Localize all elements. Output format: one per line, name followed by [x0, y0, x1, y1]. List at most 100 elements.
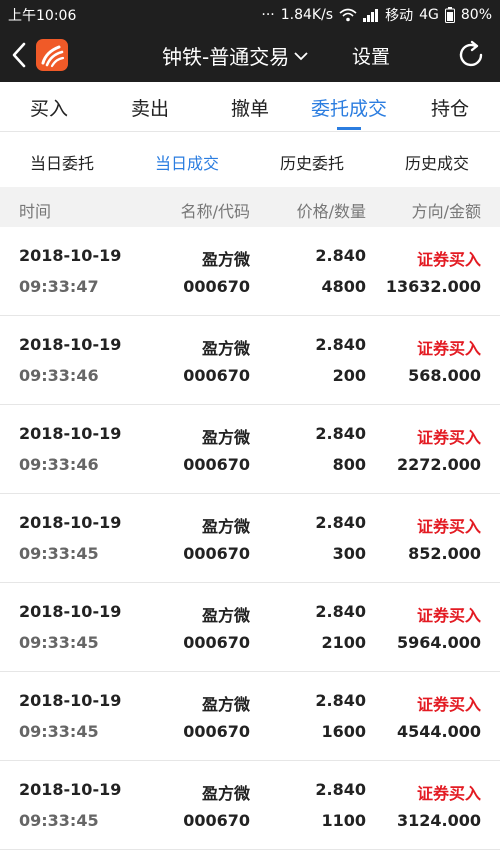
- trade-direction: 证券买入: [416, 250, 481, 269]
- sub-tabs: 当日委托 当日成交 历史委托 历史成交: [0, 133, 500, 187]
- stock-name: 盈方微: [201, 695, 250, 714]
- trade-amount: 2272.000: [396, 455, 481, 474]
- trade-quantity: 1600: [321, 722, 366, 741]
- column-dir-amount: 方向/金额: [411, 202, 481, 221]
- app-logo: [36, 39, 68, 71]
- refresh-icon: [459, 40, 483, 67]
- trade-date: 2018-10-19: [19, 691, 122, 710]
- trade-direction: 证券买入: [416, 784, 481, 803]
- chevron-left-icon: [12, 42, 26, 68]
- trade-time: 09:33:45: [19, 633, 99, 652]
- stock-code: 000670: [183, 633, 250, 652]
- table-row[interactable]: 2018-10-19 09:33:47 盈方微 000670 2.840 480…: [0, 227, 500, 316]
- trade-time: 09:33:45: [19, 544, 99, 563]
- trade-direction: 证券买入: [416, 339, 481, 358]
- account-selector[interactable]: 钟铁-普通交易: [162, 41, 309, 70]
- column-time: 时间: [19, 202, 52, 221]
- trade-date: 2018-10-19: [19, 513, 122, 532]
- main-tabs: 买入 卖出 撤单 委托成交 持仓: [0, 82, 500, 132]
- stock-name: 盈方微: [201, 784, 250, 803]
- trade-price: 2.840: [315, 246, 366, 265]
- trade-time: 09:33:47: [19, 277, 99, 296]
- battery-icon: [444, 7, 455, 23]
- table-row[interactable]: 2018-10-19 09:33:45 盈方微 000670 2.840 160…: [0, 672, 500, 761]
- table-row[interactable]: 2018-10-19 09:33:45 盈方微 000670 2.840 210…: [0, 583, 500, 672]
- column-name-code: 名称/代码: [180, 202, 250, 221]
- table-row[interactable]: 2018-10-19 09:33:46 盈方微 000670 2.840 200…: [0, 316, 500, 405]
- back-button[interactable]: [8, 40, 32, 70]
- network-speed: 1.84K/s: [280, 7, 334, 23]
- trade-direction: 证券买入: [416, 428, 481, 447]
- carrier-label: 移动: [385, 8, 414, 24]
- trade-date: 2018-10-19: [19, 424, 122, 443]
- trade-amount: 13632.000: [385, 277, 481, 296]
- subtab-history-orders[interactable]: 历史委托: [280, 150, 344, 174]
- active-tab-indicator: [337, 127, 361, 130]
- trade-amount: 3124.000: [396, 811, 481, 830]
- tab-buy[interactable]: 买入: [30, 94, 68, 121]
- tab-positions[interactable]: 持仓: [431, 94, 469, 121]
- stock-code: 000670: [183, 455, 250, 474]
- stock-name: 盈方微: [201, 339, 250, 358]
- page-title: 钟铁-普通交易: [162, 45, 290, 69]
- trade-price: 2.840: [315, 513, 366, 532]
- notification-dots: ···: [261, 7, 275, 23]
- status-indicators: ··· 1.84K/s 移动 4G 80%: [261, 5, 492, 25]
- trade-price: 2.840: [315, 691, 366, 710]
- trade-time: 09:33:45: [19, 722, 99, 741]
- stock-name: 盈方微: [201, 250, 250, 269]
- tab-cancel[interactable]: 撤单: [231, 94, 269, 121]
- trade-direction: 证券买入: [416, 517, 481, 536]
- trade-quantity: 4800: [321, 277, 366, 296]
- trade-date: 2018-10-19: [19, 780, 122, 799]
- trade-amount: 4544.000: [396, 722, 481, 741]
- stock-code: 000670: [183, 722, 250, 741]
- trade-quantity: 300: [332, 544, 366, 563]
- trade-date: 2018-10-19: [19, 602, 122, 621]
- settings-button[interactable]: 设置: [352, 42, 390, 69]
- stock-name: 盈方微: [201, 606, 250, 625]
- trade-amount: 5964.000: [396, 633, 481, 652]
- status-time: 上午10:06: [8, 8, 77, 24]
- tab-orders-trades[interactable]: 委托成交: [311, 94, 387, 121]
- trade-date: 2018-10-19: [19, 335, 122, 354]
- trade-direction: 证券买入: [416, 695, 481, 714]
- subtab-history-trades[interactable]: 历史成交: [405, 150, 469, 174]
- table-header: 时间 名称/代码 价格/数量 方向/金额: [0, 187, 500, 227]
- trade-quantity: 1100: [321, 811, 366, 830]
- status-bar: 上午10:06 ··· 1.84K/s 移动 4G 80%: [0, 0, 500, 28]
- trade-price: 2.840: [315, 602, 366, 621]
- subtab-today-trades[interactable]: 当日成交: [155, 150, 219, 174]
- stock-code: 000670: [183, 277, 250, 296]
- trade-quantity: 200: [332, 366, 366, 385]
- stock-name: 盈方微: [201, 428, 250, 447]
- trade-price: 2.840: [315, 780, 366, 799]
- table-row[interactable]: 2018-10-19 09:33:46 盈方微 000670 2.840 800…: [0, 405, 500, 494]
- app-logo-icon: [41, 45, 65, 68]
- trade-time: 09:33:46: [19, 366, 99, 385]
- stock-name: 盈方微: [201, 517, 250, 536]
- trade-price: 2.840: [315, 335, 366, 354]
- subtab-today-orders[interactable]: 当日委托: [30, 150, 94, 174]
- column-price-qty: 价格/数量: [296, 202, 366, 221]
- refresh-button[interactable]: [456, 40, 486, 70]
- trade-amount: 852.000: [408, 544, 481, 563]
- trade-quantity: 2100: [321, 633, 366, 652]
- trade-list: 2018-10-19 09:33:47 盈方微 000670 2.840 480…: [0, 227, 500, 850]
- stock-code: 000670: [183, 366, 250, 385]
- trade-direction: 证券买入: [416, 606, 481, 625]
- trade-price: 2.840: [315, 424, 366, 443]
- trade-time: 09:33:46: [19, 455, 99, 474]
- network-type: 4G: [419, 7, 439, 23]
- trade-time: 09:33:45: [19, 811, 99, 830]
- trade-quantity: 800: [332, 455, 366, 474]
- stock-code: 000670: [183, 811, 250, 830]
- stock-code: 000670: [183, 544, 250, 563]
- chevron-down-icon: [294, 51, 308, 60]
- trade-amount: 568.000: [408, 366, 481, 385]
- table-row[interactable]: 2018-10-19 09:33:45 盈方微 000670 2.840 110…: [0, 761, 500, 850]
- tab-sell[interactable]: 卖出: [131, 94, 169, 121]
- signal-icon: [363, 8, 379, 22]
- wifi-icon: [339, 8, 357, 22]
- table-row[interactable]: 2018-10-19 09:33:45 盈方微 000670 2.840 300…: [0, 494, 500, 583]
